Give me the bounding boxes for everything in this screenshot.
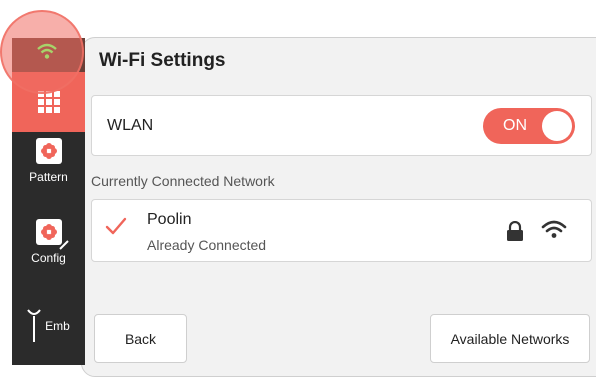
sidebar-item-emb[interactable]: Emb xyxy=(12,308,85,344)
wifi-signal-icon xyxy=(541,220,567,238)
toggle-knob xyxy=(542,111,572,141)
sidebar-item-label: Pattern xyxy=(29,170,68,184)
toggle-state-label: ON xyxy=(503,117,527,134)
sidebar-item-label: Emb xyxy=(45,319,70,333)
section-label: Currently Connected Network xyxy=(91,173,275,189)
wlan-card: WLAN ON xyxy=(91,95,592,156)
sidebar-item-pattern[interactable]: Pattern xyxy=(12,138,85,184)
wlan-label: WLAN xyxy=(107,117,154,134)
sidebar-item-label: Config xyxy=(31,251,66,265)
page-title: Wi-Fi Settings xyxy=(99,50,226,71)
connected-network-card[interactable]: Poolin Already Connected xyxy=(91,199,592,262)
flower-doc-edit-icon xyxy=(35,219,69,250)
checkmark-icon xyxy=(105,217,127,235)
sidebar-item-config[interactable]: Config xyxy=(12,219,85,265)
flower-doc-icon xyxy=(35,138,62,164)
needle-icon xyxy=(27,309,41,342)
lock-icon xyxy=(507,221,523,241)
back-button[interactable]: Back xyxy=(94,314,187,363)
available-networks-button[interactable]: Available Networks xyxy=(430,314,590,363)
wifi-status-icon xyxy=(37,43,57,59)
wlan-toggle[interactable]: ON xyxy=(483,108,575,144)
network-name: Poolin xyxy=(147,211,192,228)
network-status: Already Connected xyxy=(147,237,267,253)
